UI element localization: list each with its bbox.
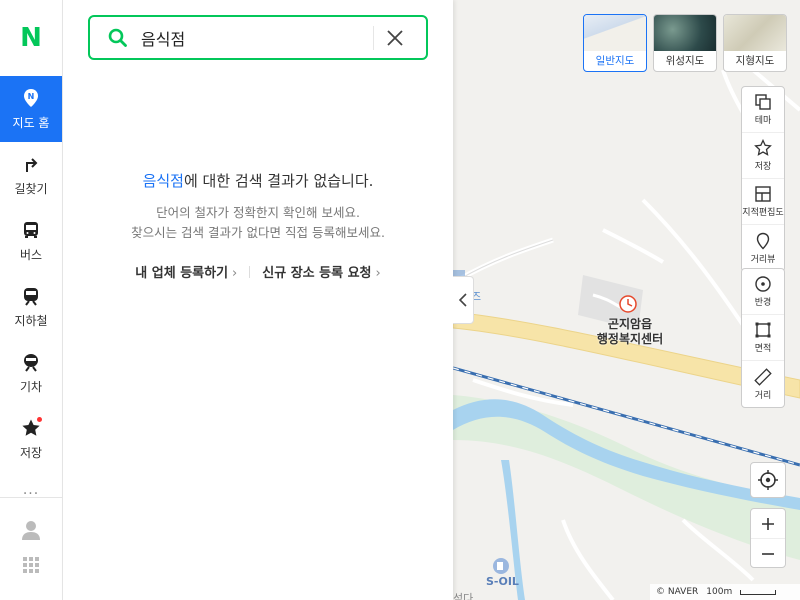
radius-icon [755,276,771,292]
map-type-normal[interactable]: 일반지도 [583,14,647,72]
zoom-in-button[interactable] [751,509,785,539]
bottom-map-label: 석다 [453,592,474,600]
nav-train[interactable]: 기차 [0,340,62,406]
nav-label: 버스 [19,247,43,262]
search-divider [373,25,374,50]
map-type-selector: 일반지도 위성지도 지형지도 [583,14,787,72]
map-home-icon: N [24,88,38,107]
search-box [88,15,428,60]
map-tools-group-1: 테마 저장 지적편집도 거리뷰 [741,86,785,272]
plus-icon [762,517,774,530]
chevron-left-icon [459,293,467,307]
terrain-map-thumbnail [724,15,786,51]
area-button[interactable]: 면적 [742,315,784,361]
nav-label: 지도 홈 [12,115,50,130]
request-new-place-link[interactable]: 신규 장소 등록 요청 › [262,262,380,281]
cadastral-map-button[interactable]: 지적편집도 [742,179,784,225]
notification-dot [37,417,42,422]
nav-rail: N N 지도 홈 길찾기 버스 지하철 기차 저장 ··· [0,0,63,600]
naver-logo[interactable]: N [0,0,62,76]
link-separator [249,265,251,278]
no-results-suffix: 에 대한 검색 결과가 없습니다. [183,172,374,190]
svg-text:N: N [28,92,35,101]
location-pin-icon [756,232,770,249]
save-button[interactable]: 저장 [742,133,784,179]
no-results-title: 음식점에 대한 검색 결과가 없습니다. [63,170,453,191]
theme-button[interactable]: 테마 [742,87,784,133]
hint-line-2: 찾으시는 검색 결과가 없다면 직접 등록해보세요. [131,225,385,240]
area-icon [755,322,771,338]
nav-label: 길찾기 [14,181,48,196]
nav-map-home[interactable]: N 지도 홈 [0,76,62,142]
layers-icon [755,94,771,110]
ruler-icon [754,367,772,386]
close-icon[interactable] [386,29,404,47]
nav-bus[interactable]: 버스 [0,208,62,274]
rail-bottom [0,497,62,600]
map-footer: © NAVER 100m [650,584,800,600]
copyright[interactable]: © NAVER [656,587,698,597]
search-input[interactable] [141,28,361,47]
zoom-controls [750,508,786,568]
no-results-message: 음식점에 대한 검색 결과가 없습니다. 단어의 철자가 정확한지 확인해 보세… [63,170,453,243]
gas-station-label[interactable]: S-OIL [486,575,519,588]
map-tools-group-2: 반경 면적 거리 [741,268,785,408]
normal-map-thumbnail [584,15,646,51]
poi-label[interactable]: 곤지암읍 행정복지센터 [585,317,675,347]
radius-button[interactable]: 반경 [742,269,784,315]
collapse-panel-button[interactable] [453,276,474,324]
nav-directions[interactable]: 길찾기 [0,142,62,208]
scale-label: 100m [706,587,733,597]
nav-label: 지하철 [14,313,48,328]
street-view-button[interactable]: 거리뷰 [742,225,784,271]
bus-icon [24,221,38,238]
search-panel: 음식점에 대한 검색 결과가 없습니다. 단어의 철자가 정확한지 확인해 보세… [63,0,453,600]
search-icon [108,28,127,47]
no-results-hint: 단어의 철자가 정확한지 확인해 보세요. 찾으시는 검색 결과가 없다면 직접… [63,203,453,243]
map-type-satellite[interactable]: 위성지도 [653,14,717,72]
nav-label: 기차 [19,379,43,394]
map-type-terrain[interactable]: 지형지도 [723,14,787,72]
zoom-out-button[interactable] [751,539,785,569]
scale-bar [740,589,777,595]
nav-saved[interactable]: 저장 [0,406,62,472]
nav-subway[interactable]: 지하철 [0,274,62,340]
star-outline-icon [754,139,772,156]
satellite-map-thumbnail [654,15,716,51]
register-business-link[interactable]: 내 업체 등록하기 › [135,262,237,281]
distance-button[interactable]: 거리 [742,361,784,407]
user-icon[interactable] [22,520,40,540]
search-keyword: 음식점 [142,172,184,190]
register-links: 내 업체 등록하기 › 신규 장소 등록 요청 › [63,262,453,281]
hint-line-1: 단어의 철자가 정확한지 확인해 보세요. [156,205,360,220]
apps-grid-icon[interactable] [23,557,39,573]
minus-icon [762,553,774,555]
cadastral-icon [755,186,771,202]
my-location-button[interactable] [750,462,786,498]
train-icon [24,353,38,372]
crosshair-icon [758,470,778,490]
directions-icon [26,157,38,172]
nav-label: 저장 [19,445,43,460]
subway-icon [24,287,38,306]
